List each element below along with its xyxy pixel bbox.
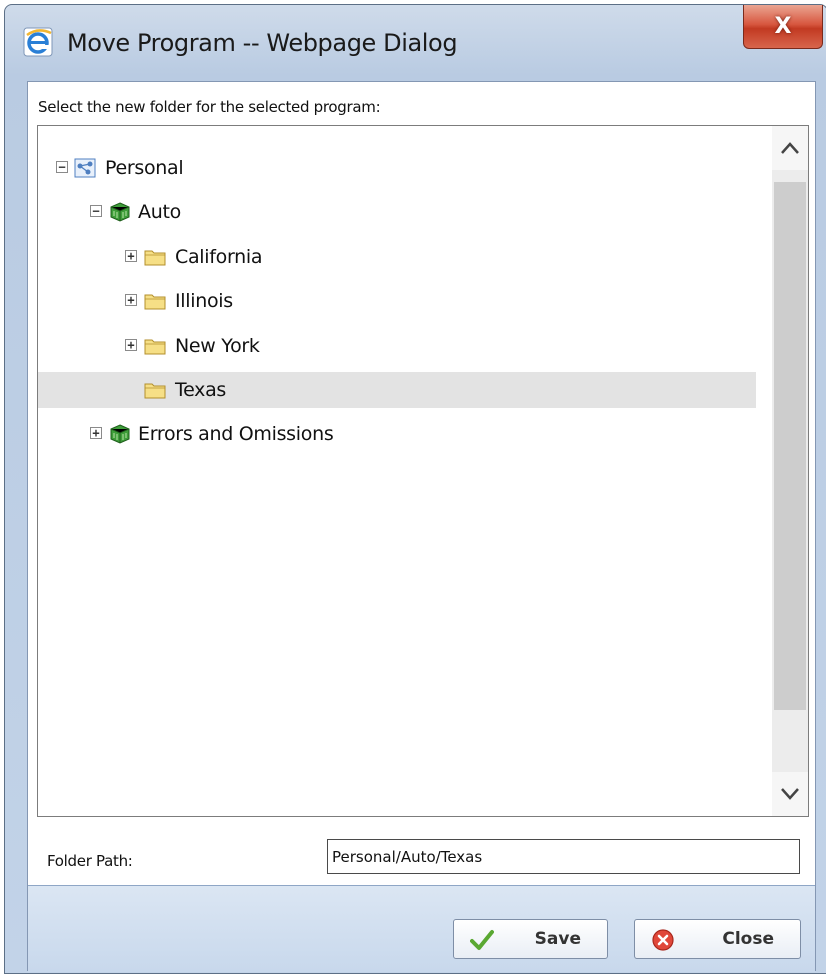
scroll-thumb[interactable]	[774, 182, 806, 710]
dialog-window: Move Program -- Webpage Dialog X Select …	[4, 4, 826, 974]
tree-node-label: Auto	[138, 201, 181, 224]
dialog-content: Select the new folder for the selected p…	[27, 81, 816, 972]
title-bar[interactable]: Move Program -- Webpage Dialog X	[5, 5, 826, 77]
folder-path-field[interactable]	[327, 839, 800, 874]
folder-icon	[144, 336, 166, 356]
tree-node-label: Illinois	[175, 290, 233, 313]
tree-node-label: Errors and Omissions	[138, 423, 334, 446]
tree-node[interactable]: Texas	[38, 372, 756, 408]
expand-toggle-icon[interactable]: +	[125, 338, 137, 351]
folder-icon	[144, 291, 166, 311]
window-close-button[interactable]: X	[743, 5, 823, 49]
save-button-label: Save	[534, 929, 581, 949]
folder-tree: − Personal − Auto + California + Illinois + New Y…	[37, 125, 809, 817]
close-icon: X	[774, 14, 792, 39]
save-button[interactable]: Save	[453, 919, 608, 959]
scroll-down-button[interactable]	[772, 772, 808, 816]
network-icon	[74, 158, 96, 178]
collapse-toggle-icon[interactable]: −	[56, 161, 68, 173]
tree-node-label: Personal	[105, 157, 184, 179]
close-button-label: Close	[722, 929, 774, 949]
expand-toggle-icon[interactable]: +	[125, 294, 137, 307]
vertical-scrollbar[interactable]	[772, 126, 808, 816]
tree-node[interactable]: + Errors and Omissions	[38, 416, 756, 452]
button-bar: Save Close	[28, 885, 815, 972]
expand-toggle-icon[interactable]: +	[90, 427, 102, 440]
instruction-text: Select the new folder for the selected p…	[38, 98, 381, 116]
checkmark-icon	[470, 930, 494, 950]
chevron-down-icon	[781, 788, 799, 800]
chevron-up-icon	[781, 142, 799, 154]
ie-icon	[23, 27, 53, 57]
folder-icon	[144, 247, 166, 267]
tree-node[interactable]: − Auto	[38, 194, 756, 230]
cancel-icon	[652, 929, 674, 951]
cube-icon	[109, 424, 131, 444]
scroll-up-button[interactable]	[772, 126, 808, 170]
collapse-toggle-icon[interactable]: −	[90, 205, 102, 218]
expand-toggle-icon[interactable]: +	[125, 249, 137, 262]
folder-icon	[144, 380, 166, 400]
tree-node-label: Texas	[175, 379, 227, 401]
window-title: Move Program -- Webpage Dialog	[67, 29, 458, 57]
tree-node[interactable]: − Personal	[38, 150, 756, 186]
tree-node[interactable]: + California	[38, 239, 756, 275]
tree-node[interactable]: + New York	[38, 328, 756, 364]
cube-icon	[109, 202, 131, 222]
tree-node-label: California	[175, 245, 263, 268]
tree-node-label: New York	[175, 334, 260, 357]
folder-path-label: Folder Path:	[47, 852, 133, 870]
tree-node[interactable]: + Illinois	[38, 283, 756, 319]
close-button[interactable]: Close	[634, 919, 801, 959]
